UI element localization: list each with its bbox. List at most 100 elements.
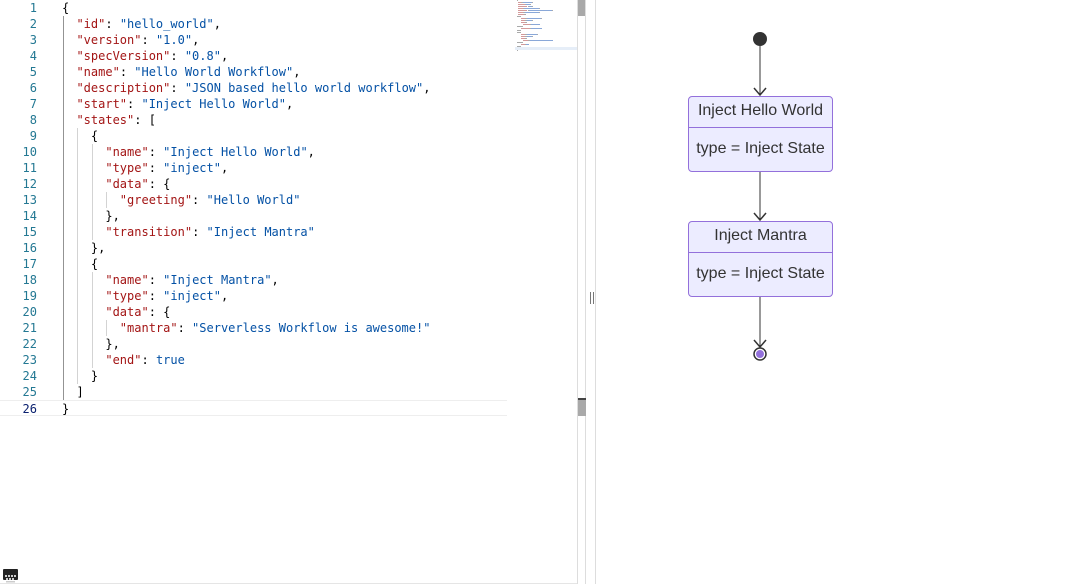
json-punctuation: [62, 177, 105, 191]
json-punctuation: }: [62, 369, 99, 383]
json-punctuation: ,: [220, 49, 229, 63]
line-content: "version": "1.0",: [62, 32, 199, 48]
code-line[interactable]: 25 ]: [0, 384, 507, 400]
json-key: "id": [76, 17, 106, 31]
minimap-token: [537, 34, 539, 35]
json-key: "states": [76, 113, 135, 127]
state-node-inject-hello-world[interactable]: Inject Hello World type = Inject State: [688, 96, 833, 172]
json-string: "Hello World": [206, 193, 301, 207]
json-key: "data": [105, 305, 149, 319]
minimap-token: [517, 26, 523, 27]
indent-guide: [77, 128, 78, 384]
line-content: {: [62, 0, 69, 16]
code-line[interactable]: 1{: [0, 0, 507, 16]
line-number: 15: [22, 225, 37, 239]
json-punctuation: : {: [148, 177, 171, 191]
code-line[interactable]: 4 "specVersion": "0.8",: [0, 48, 507, 64]
json-punctuation: : {: [148, 305, 171, 319]
minimap-token: [524, 14, 527, 15]
minimap-token: [538, 12, 540, 13]
json-punctuation: :: [170, 81, 185, 95]
scrollbar-thumb[interactable]: [578, 0, 585, 16]
minimap-token: [529, 40, 553, 41]
json-string: "Hello World Workflow": [134, 65, 294, 79]
json-punctuation: : [: [134, 113, 156, 127]
json-punctuation: },: [62, 209, 120, 223]
json-code-editor[interactable]: 1{2 "id": "hello_world", 3 "version": "1.…: [0, 0, 578, 584]
line-number: 8: [29, 113, 37, 127]
line-content: "id": "hello_world",: [62, 16, 221, 32]
line-content: "start": "Inject Hello World",: [62, 96, 293, 112]
minimap-token: [517, 30, 522, 31]
line-number: 19: [22, 289, 37, 303]
line-content: }: [62, 401, 69, 417]
minimap-token: [531, 24, 541, 25]
splitter-grip-icon[interactable]: [590, 292, 594, 304]
minimap-token: [532, 36, 534, 37]
json-key: "name": [76, 65, 120, 79]
line-content: "greeting": "Hello World": [62, 192, 301, 208]
keyboard-icon[interactable]: [3, 569, 18, 583]
json-key: "name": [105, 145, 149, 159]
minimap-token: [517, 32, 521, 33]
indent-guide: [92, 272, 93, 368]
json-punctuation: :: [192, 225, 207, 239]
line-number: 23: [22, 353, 37, 367]
json-punctuation: [62, 161, 105, 175]
workflow-diagram: Inject Hello World type = Inject State I…: [597, 0, 1090, 584]
json-punctuation: [62, 113, 76, 127]
json-punctuation: ,: [213, 17, 221, 31]
line-content: },: [62, 208, 120, 224]
json-key: "specVersion": [76, 49, 171, 63]
json-punctuation: [62, 225, 105, 239]
json-punctuation: {: [62, 257, 99, 271]
line-number: 7: [29, 97, 37, 111]
line-number: 4: [29, 49, 37, 63]
minimap[interactable]: [515, 0, 577, 52]
minimap-token: [526, 44, 529, 45]
line-number: 26: [22, 402, 37, 416]
state-node-inject-mantra[interactable]: Inject Mantra type = Inject State: [688, 221, 833, 297]
minimap-viewport[interactable]: [515, 47, 577, 50]
json-string: "0.8": [184, 49, 221, 63]
line-content: "name": "Hello World Workflow",: [62, 64, 300, 80]
json-key: "transition": [105, 225, 193, 239]
json-string: "Inject Mantra": [206, 225, 315, 239]
code-line[interactable]: 8 "states": [: [0, 112, 507, 128]
json-punctuation: [62, 305, 105, 319]
json-punctuation: [62, 49, 76, 63]
minimap-token: [526, 34, 538, 35]
code-line[interactable]: 3 "version": "1.0",: [0, 32, 507, 48]
code-line[interactable]: 6 "description": "JSON based hello world…: [0, 80, 507, 96]
editor-vertical-scrollbar[interactable]: [577, 0, 586, 584]
json-punctuation: :: [105, 17, 120, 31]
indent-guide: [106, 192, 107, 208]
json-string: "inject": [163, 289, 221, 303]
minimap-token: [552, 10, 553, 11]
json-key: "type": [105, 289, 149, 303]
json-punctuation: [62, 193, 120, 207]
json-string: "Inject Hello World": [141, 97, 286, 111]
json-key: "version": [76, 33, 142, 47]
code-line[interactable]: 5 "name": "Hello World Workflow",: [0, 64, 507, 80]
minimap-token: [531, 28, 542, 29]
state-title: Inject Mantra: [689, 222, 832, 253]
code-line[interactable]: 7 "start": "Inject Hello World",: [0, 96, 507, 112]
line-content: "type": "inject",: [62, 160, 228, 176]
json-punctuation: [62, 289, 105, 303]
code-line[interactable]: 2 "id": "hello_world",: [0, 16, 507, 32]
end-node-inner: [756, 350, 764, 358]
json-punctuation: ,: [220, 161, 229, 175]
code-line[interactable]: 26}: [0, 400, 507, 416]
line-number: 14: [22, 209, 37, 223]
line-content: "mantra": "Serverless Workflow is awesom…: [62, 320, 431, 336]
json-punctuation: [62, 145, 105, 159]
json-boolean: true: [155, 353, 185, 367]
json-punctuation: ,: [271, 273, 279, 287]
line-content: "transition": "Inject Mantra": [62, 224, 315, 240]
line-content: }: [62, 368, 98, 384]
line-number: 11: [22, 161, 37, 175]
minimap-token: [518, 6, 528, 7]
json-punctuation: },: [62, 337, 120, 351]
line-content: "type": "inject",: [62, 288, 228, 304]
